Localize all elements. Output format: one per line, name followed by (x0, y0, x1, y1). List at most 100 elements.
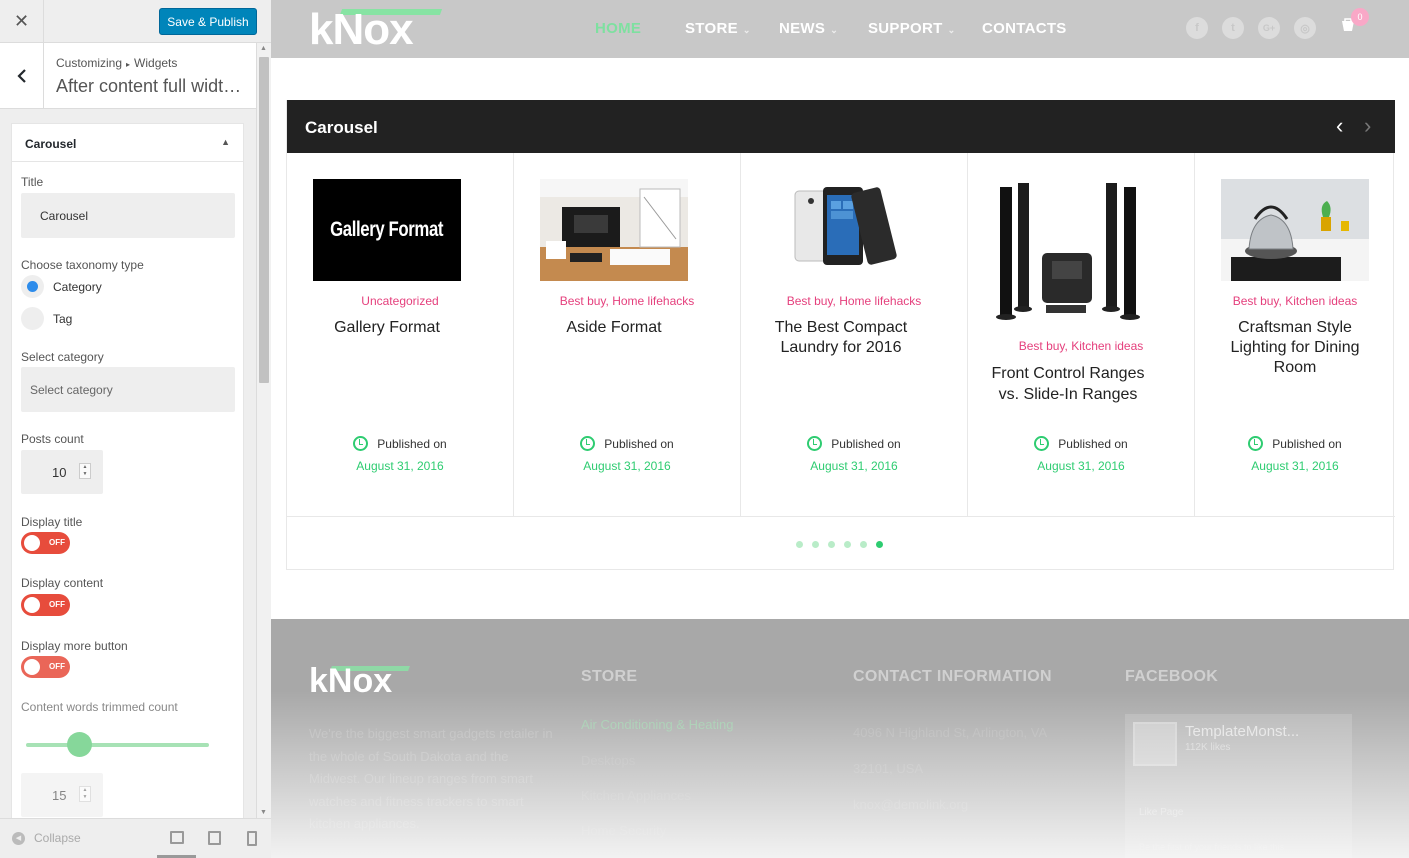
footer-facebook-heading: FACEBOOK (1125, 668, 1219, 685)
stepper-arrows-icon[interactable]: ▲ ▼ (79, 463, 91, 479)
trim-count-stepper[interactable]: 15 ▲ ▼ (21, 773, 103, 817)
carousel-widget-preview: Carousel ‹ › Gallery Format Uncategorize… (286, 100, 1395, 570)
desktop-preview-icon[interactable] (170, 831, 184, 844)
scroll-down-icon[interactable]: ▼ (260, 809, 267, 816)
posts-count-stepper[interactable]: 10 ▲ ▼ (21, 450, 103, 494)
kettle-image[interactable] (1221, 179, 1369, 281)
widget-header[interactable]: Carousel ▲ (12, 124, 243, 162)
carousel-divider (287, 516, 1395, 517)
trim-slider-track[interactable] (26, 743, 209, 747)
phones-image[interactable] (767, 179, 915, 281)
tablet-preview-icon[interactable] (208, 831, 221, 845)
footer-store-heading: STORE (581, 668, 638, 685)
facebook-like-button[interactable]: Like Page (1139, 807, 1183, 818)
taxonomy-label: Choose taxonomy type (21, 258, 144, 272)
post-date[interactable]: August 31, 2016 (287, 459, 513, 473)
published-label: Published on (604, 436, 674, 451)
trim-slider-handle[interactable] (67, 732, 92, 757)
post-title[interactable]: Craftsman Style Lighting for Dining Room (1210, 318, 1380, 378)
toggle-state: OFF (49, 662, 65, 671)
back-button[interactable] (0, 43, 44, 108)
carousel-pagination (796, 541, 883, 548)
footer-logo[interactable]: kNox (309, 664, 392, 698)
instagram-icon[interactable]: ◎ (1294, 17, 1316, 39)
nav-contacts[interactable]: CONTACTS (982, 20, 1067, 37)
stepper-arrows-icon[interactable]: ▲ ▼ (79, 786, 91, 802)
pagination-dot[interactable] (828, 541, 835, 548)
post-category[interactable]: Best buy, Home lifehacks (514, 294, 740, 308)
scroll-up-icon[interactable]: ▲ (260, 45, 267, 52)
post-date[interactable]: August 31, 2016 (741, 459, 967, 473)
footer-store-link[interactable]: Kitchen Appliances (581, 788, 691, 803)
carousel-prev-icon[interactable]: ‹ (1336, 113, 1343, 139)
published-row: Published on (968, 436, 1194, 451)
display-content-toggle[interactable]: OFF (21, 594, 70, 616)
select-category-label: Select category (21, 350, 104, 364)
facebook-page-name[interactable]: TemplateMonst... (1185, 723, 1299, 740)
display-title-toggle[interactable]: OFF (21, 532, 70, 554)
posts-count-label: Posts count (21, 432, 84, 446)
footer-store-link[interactable]: Air Conditioning & Heating (581, 717, 733, 732)
post-category[interactable]: Uncategorized (287, 294, 513, 308)
collapse-button[interactable]: ◀ Collapse (12, 831, 81, 845)
title-label: Title (21, 175, 44, 189)
radio-tag[interactable] (21, 307, 44, 330)
clock-icon (353, 436, 369, 451)
post-title[interactable]: Gallery Format (302, 318, 472, 338)
clock-icon (580, 436, 596, 451)
carousel-widget: Carousel ▲ Title Carousel Choose taxonom… (11, 123, 244, 823)
chevron-down-icon: ⌄ (742, 25, 751, 35)
scrollbar-thumb[interactable] (259, 57, 269, 383)
pagination-dot[interactable] (844, 541, 851, 548)
google-plus-icon[interactable]: G+ (1258, 17, 1280, 39)
pagination-dot[interactable] (860, 541, 867, 548)
post-title[interactable]: The Best Compact Laundry for 2016 (756, 318, 926, 358)
pagination-dot[interactable] (796, 541, 803, 548)
gallery-format-image-text: Gallery Format (330, 218, 444, 241)
carousel-title: Carousel (305, 118, 378, 137)
facebook-icon[interactable]: f (1186, 17, 1208, 39)
post-date[interactable]: August 31, 2016 (1195, 459, 1395, 473)
cart-count-badge: 0 (1351, 8, 1369, 26)
carousel-slide: Gallery Format Uncategorized Gallery For… (287, 153, 514, 517)
clock-icon (807, 436, 823, 451)
footer-email-link[interactable]: knox@demolink.org (853, 797, 968, 812)
display-more-toggle[interactable]: OFF (21, 656, 70, 678)
nav-store[interactable]: STORE ⌄ (685, 20, 751, 37)
post-category[interactable]: Best buy, Home lifehacks (741, 294, 967, 308)
radio-tag-label: Tag (53, 312, 73, 326)
post-category[interactable]: Best buy, Kitchen ideas (968, 339, 1194, 353)
nav-home[interactable]: HOME (595, 20, 641, 37)
facebook-page-widget[interactable]: TemplateMonst... 112K likes Like Page Be… (1125, 714, 1352, 858)
footer-store-link[interactable]: Home Security (581, 823, 666, 838)
pagination-dot[interactable] (812, 541, 819, 548)
post-title[interactable]: Front Control Ranges vs. Slide-In Ranges (983, 363, 1153, 405)
radio-category[interactable] (21, 275, 44, 298)
gallery-format-image[interactable]: Gallery Format (313, 179, 461, 281)
living-room-image[interactable] (540, 179, 688, 281)
twitter-icon[interactable]: t (1222, 17, 1244, 39)
post-date[interactable]: August 31, 2016 (968, 459, 1194, 473)
footer-store-link[interactable]: Desktops (581, 753, 635, 768)
title-input[interactable]: Carousel (21, 193, 235, 238)
nav-contacts-label: CONTACTS (982, 20, 1067, 37)
nav-support[interactable]: SUPPORT ⌄ (868, 20, 955, 37)
select-category-dropdown[interactable]: Select category (21, 367, 235, 412)
save-publish-button[interactable]: Save & Publish (159, 8, 257, 35)
radio-category-label: Category (53, 280, 102, 294)
carousel-next-icon[interactable]: › (1364, 113, 1371, 139)
mobile-preview-icon[interactable] (247, 831, 257, 846)
published-label: Published on (1058, 436, 1128, 451)
carousel-slide: Best buy, Home lifehacks The Best Compac… (741, 153, 968, 517)
pagination-dot-active[interactable] (876, 541, 883, 548)
close-icon[interactable]: ✕ (0, 0, 44, 43)
nav-news[interactable]: NEWS ⌄ (779, 20, 838, 37)
post-category[interactable]: Best buy, Kitchen ideas (1195, 294, 1395, 308)
post-title[interactable]: Aside Format (529, 318, 699, 338)
section-title: After content full width ... (56, 76, 251, 96)
site-logo[interactable]: kNox (309, 8, 414, 52)
sidebar-scrollbar[interactable]: ▲ ▼ (256, 43, 271, 818)
speakers-image[interactable] (994, 179, 1142, 327)
post-date[interactable]: August 31, 2016 (514, 459, 740, 473)
collapse-arrow-icon[interactable]: ▲ (221, 137, 230, 147)
